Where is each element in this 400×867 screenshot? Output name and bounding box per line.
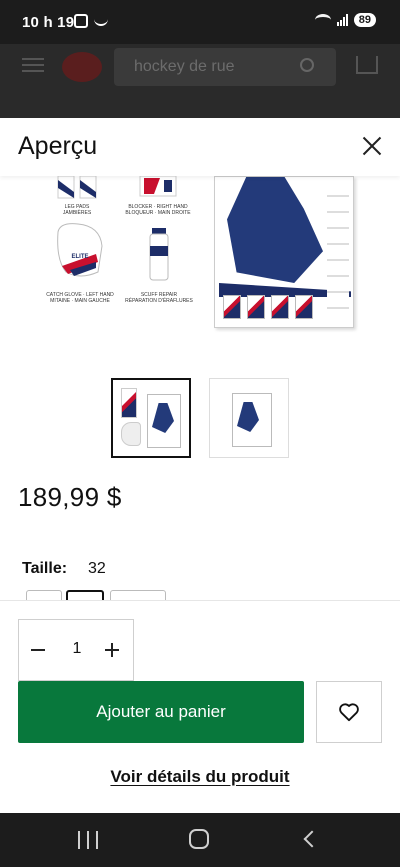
- size-label: Taille:: [22, 560, 68, 577]
- sheet-header: Aperçu: [0, 118, 400, 176]
- size-value: 32: [88, 560, 106, 577]
- quantity-stepper: 1: [18, 619, 134, 681]
- product-box: [214, 176, 354, 328]
- home-icon[interactable]: [189, 829, 209, 849]
- background-site-header: hockey de rue: [0, 44, 400, 118]
- size-row: Taille: 32: [22, 560, 106, 578]
- wifi-icon: [314, 14, 331, 26]
- svg-text:BLOQUEUR · MAIN DROITE: BLOQUEUR · MAIN DROITE: [125, 210, 191, 216]
- back-icon[interactable]: [302, 831, 316, 849]
- background-search-text: hockey de rue: [134, 58, 235, 75]
- minus-icon[interactable]: [31, 640, 47, 660]
- background-search-field: hockey de rue: [114, 48, 336, 86]
- cart-icon: [356, 56, 378, 74]
- store-logo: [62, 52, 102, 82]
- heart-icon: [339, 703, 359, 722]
- plus-icon[interactable]: [105, 640, 121, 660]
- svg-text:MITAINE · MAIN GAUCHE: MITAINE · MAIN GAUCHE: [50, 298, 110, 304]
- action-bar: 1 Ajouter au panier Voir détails du prod…: [0, 600, 400, 813]
- product-price: 189,99 $: [18, 482, 122, 512]
- status-bar: 10 h 19 89: [0, 0, 400, 44]
- background-subheader: [0, 90, 400, 118]
- thumbnail-1[interactable]: [111, 378, 191, 458]
- screenshot-icon: [74, 14, 88, 28]
- svg-text:ELITE: ELITE: [71, 254, 88, 260]
- status-notification-icons: [74, 14, 108, 28]
- image-thumbnails: [0, 378, 400, 462]
- battery-indicator: 89: [353, 13, 376, 27]
- svg-text:RÉPARATION D'ÉRAFLURES: RÉPARATION D'ÉRAFLURES: [125, 297, 193, 304]
- notification-icon: [94, 18, 108, 26]
- search-icon: [300, 58, 314, 72]
- recent-apps-icon[interactable]: [78, 831, 98, 849]
- quick-view-sheet: Aperçu LEG PADS JAMBIÈRES BLOCKER · RIGH…: [0, 118, 400, 813]
- add-to-cart-button[interactable]: Ajouter au panier: [18, 681, 304, 743]
- view-product-details-link[interactable]: Voir détails du produit: [0, 767, 400, 787]
- status-time: 10 h 19: [22, 14, 75, 31]
- menu-icon: [22, 58, 44, 72]
- svg-text:JAMBIÈRES: JAMBIÈRES: [63, 209, 92, 216]
- goalie-figure: [227, 177, 323, 283]
- close-icon[interactable]: [360, 134, 384, 158]
- sheet-title: Aperçu: [18, 132, 98, 160]
- quantity-value[interactable]: 1: [59, 640, 95, 658]
- status-right: 89: [314, 13, 376, 27]
- product-gear-illustration: LEG PADS JAMBIÈRES BLOCKER · RIGHT HAND …: [46, 175, 194, 304]
- thumbnail-2[interactable]: [209, 378, 289, 458]
- system-navigation-bar: [0, 813, 400, 867]
- product-main-image: LEG PADS JAMBIÈRES BLOCKER · RIGHT HAND …: [40, 175, 362, 336]
- signal-icon: [336, 14, 348, 26]
- wishlist-button[interactable]: [316, 681, 382, 743]
